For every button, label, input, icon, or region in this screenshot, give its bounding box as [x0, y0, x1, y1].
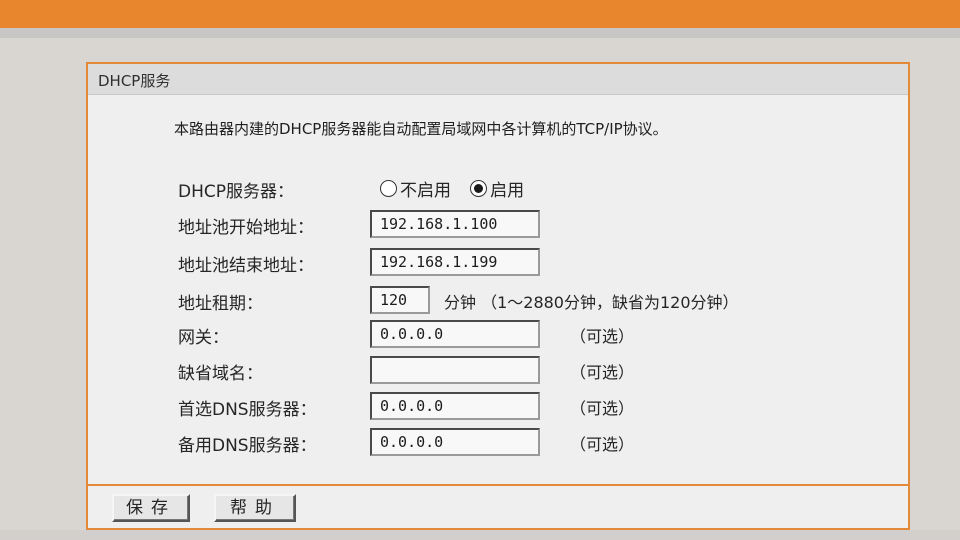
help-button[interactable]: 帮助	[214, 494, 296, 522]
start-address-input[interactable]: 192.168.1.100	[370, 210, 540, 238]
panel-separator	[88, 484, 908, 486]
secondary-dns-optional-note: （可选）	[570, 435, 635, 454]
primary-dns-label: 首选DNS服务器：	[178, 400, 317, 420]
primary-dns-optional-note: （可选）	[570, 399, 635, 418]
panel-description: 本路由器内建的DHCP服务器能自动配置局域网中各计算机的TCP/IP协议。	[174, 120, 668, 138]
lease-time-label: 地址租期：	[178, 294, 263, 314]
dhcp-server-label: DHCP服务器：	[178, 182, 294, 202]
browser-top-shadow	[0, 28, 960, 38]
radio-disable[interactable]	[380, 180, 397, 197]
gateway-label: 网关：	[178, 328, 229, 348]
panel-title: DHCP服务	[98, 72, 171, 90]
lease-time-input[interactable]: 120	[370, 286, 430, 314]
secondary-dns-input[interactable]: 0.0.0.0	[370, 428, 540, 456]
radio-enable-label[interactable]: 启用	[490, 181, 524, 201]
dhcp-settings-panel: DHCP服务 本路由器内建的DHCP服务器能自动配置局域网中各计算机的TCP/I…	[86, 62, 910, 530]
end-address-input[interactable]: 192.168.1.199	[370, 248, 540, 276]
bottom-strip	[0, 530, 960, 540]
browser-top-bar	[0, 0, 960, 28]
primary-dns-input[interactable]: 0.0.0.0	[370, 392, 540, 420]
dhcp-server-radio-group: 不启用 启用	[380, 176, 538, 201]
default-domain-label: 缺省域名：	[178, 364, 263, 384]
save-button[interactable]: 保存	[112, 494, 190, 522]
default-domain-input[interactable]	[370, 356, 540, 384]
start-address-label: 地址池开始地址：	[178, 218, 314, 238]
radio-disable-label[interactable]: 不启用	[400, 181, 451, 201]
default-domain-optional-note: （可选）	[570, 363, 635, 382]
secondary-dns-label: 备用DNS服务器：	[178, 436, 317, 456]
lease-time-hint: 分钟 （1～2880分钟，缺省为120分钟）	[444, 293, 739, 312]
gateway-optional-note: （可选）	[570, 327, 635, 346]
end-address-label: 地址池结束地址：	[178, 256, 314, 276]
panel-title-bar: DHCP服务	[88, 64, 908, 95]
radio-enable[interactable]	[470, 180, 488, 197]
gateway-input[interactable]: 0.0.0.0	[370, 320, 540, 348]
